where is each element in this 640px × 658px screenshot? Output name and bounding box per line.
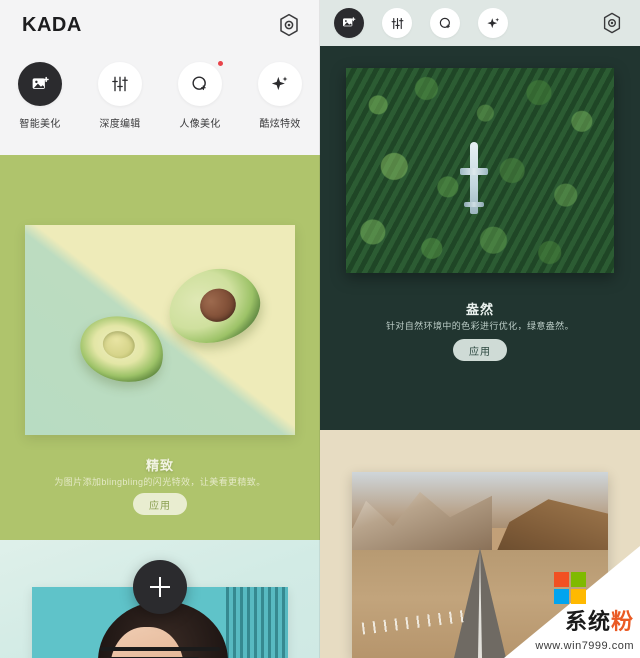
avocado-hollow bbox=[100, 328, 138, 362]
nav-circle[interactable] bbox=[98, 62, 142, 106]
sparkle-icon bbox=[271, 76, 288, 91]
tab-portrait-beautify[interactable] bbox=[430, 8, 460, 38]
left-nav-row: 智能美化 深度编辑 人像美化 酷炫特效 bbox=[0, 61, 320, 130]
photo-blinds bbox=[226, 587, 288, 658]
avocado-halves-photo[interactable] bbox=[25, 225, 295, 435]
app-screenshot: KADA 智能美化 深度编辑 人像美化 酷炫特效 精致 为图片添加blingbl… bbox=[0, 0, 640, 658]
mountain-road-photo[interactable] bbox=[352, 472, 608, 658]
left-feature-card: 精致 为图片添加blingbling的闪光特效，让美看更精致。 应用 bbox=[0, 155, 320, 540]
sidebar-item-cool-effects[interactable]: 酷炫特效 bbox=[240, 62, 320, 130]
feature-card-title: 精致 bbox=[145, 458, 174, 473]
hexagon-gear-icon[interactable] bbox=[276, 12, 302, 38]
sliders-icon bbox=[112, 76, 128, 92]
image-plus-icon bbox=[32, 76, 49, 89]
add-photo-button-left[interactable] bbox=[133, 560, 187, 614]
photo-road-centerline bbox=[478, 548, 482, 658]
image-plus-icon bbox=[343, 17, 356, 27]
airplane-tail bbox=[464, 201, 485, 207]
avocado-pit bbox=[195, 283, 241, 327]
right-phone-panel: 盎然 针对自然环境中的色彩进行优化，绿意盎然。 应用 bbox=[320, 0, 640, 658]
right-nav-row bbox=[334, 8, 508, 38]
sidebar-item-label: 酷炫特效 bbox=[259, 119, 301, 130]
apply-button[interactable]: 应用 bbox=[453, 339, 507, 361]
feature-card-description: 为图片添加blingbling的闪光特效，让美看更精致。 bbox=[54, 477, 266, 487]
tab-deep-edit[interactable] bbox=[382, 8, 412, 38]
right-feature-card: 盎然 针对自然环境中的色彩进行优化，绿意盎然。 应用 bbox=[320, 46, 640, 430]
sidebar-item-deep-edit[interactable]: 深度编辑 bbox=[80, 62, 160, 130]
home-indicator-left bbox=[100, 647, 220, 651]
airplane-graphic bbox=[460, 141, 489, 214]
sparkle-icon bbox=[486, 17, 499, 28]
feature-card-description: 针对自然环境中的色彩进行优化，绿意盎然。 bbox=[385, 321, 574, 331]
tab-cool-effects[interactable] bbox=[478, 8, 508, 38]
apply-button[interactable]: 应用 bbox=[133, 493, 187, 515]
feature-card-title: 盎然 bbox=[465, 302, 494, 317]
nav-circle[interactable] bbox=[18, 62, 62, 106]
nav-circle[interactable] bbox=[178, 61, 223, 106]
sliders-icon bbox=[391, 17, 403, 29]
right-bottom-card bbox=[320, 430, 640, 658]
right-header bbox=[320, 0, 640, 46]
airplane-wing bbox=[460, 167, 489, 175]
nav-circle[interactable] bbox=[258, 62, 302, 106]
sidebar-item-portrait-beautify[interactable]: 人像美化 bbox=[160, 61, 240, 130]
photo-background bbox=[25, 225, 295, 435]
sidebar-item-label: 智能美化 bbox=[19, 119, 61, 130]
portrait-circle-plus-icon bbox=[192, 76, 206, 91]
aerial-forest-airplane-photo[interactable] bbox=[346, 68, 614, 273]
left-header: KADA 智能美化 深度编辑 人像美化 酷炫特效 bbox=[0, 0, 320, 155]
sidebar-item-label: 深度编辑 bbox=[99, 119, 141, 130]
sidebar-item-label: 人像美化 bbox=[179, 119, 221, 130]
sidebar-item-smart-beautify[interactable]: 智能美化 bbox=[0, 62, 80, 130]
notification-badge-dot bbox=[218, 61, 223, 66]
hexagon-gear-icon[interactable] bbox=[600, 11, 624, 35]
tab-smart-beautify[interactable] bbox=[334, 8, 364, 38]
left-phone-panel: KADA 智能美化 深度编辑 人像美化 酷炫特效 精致 为图片添加blingbl… bbox=[0, 0, 320, 658]
app-logo: KADA bbox=[22, 14, 82, 36]
plus-icon bbox=[159, 577, 161, 597]
portrait-circle-plus-icon bbox=[439, 17, 450, 28]
